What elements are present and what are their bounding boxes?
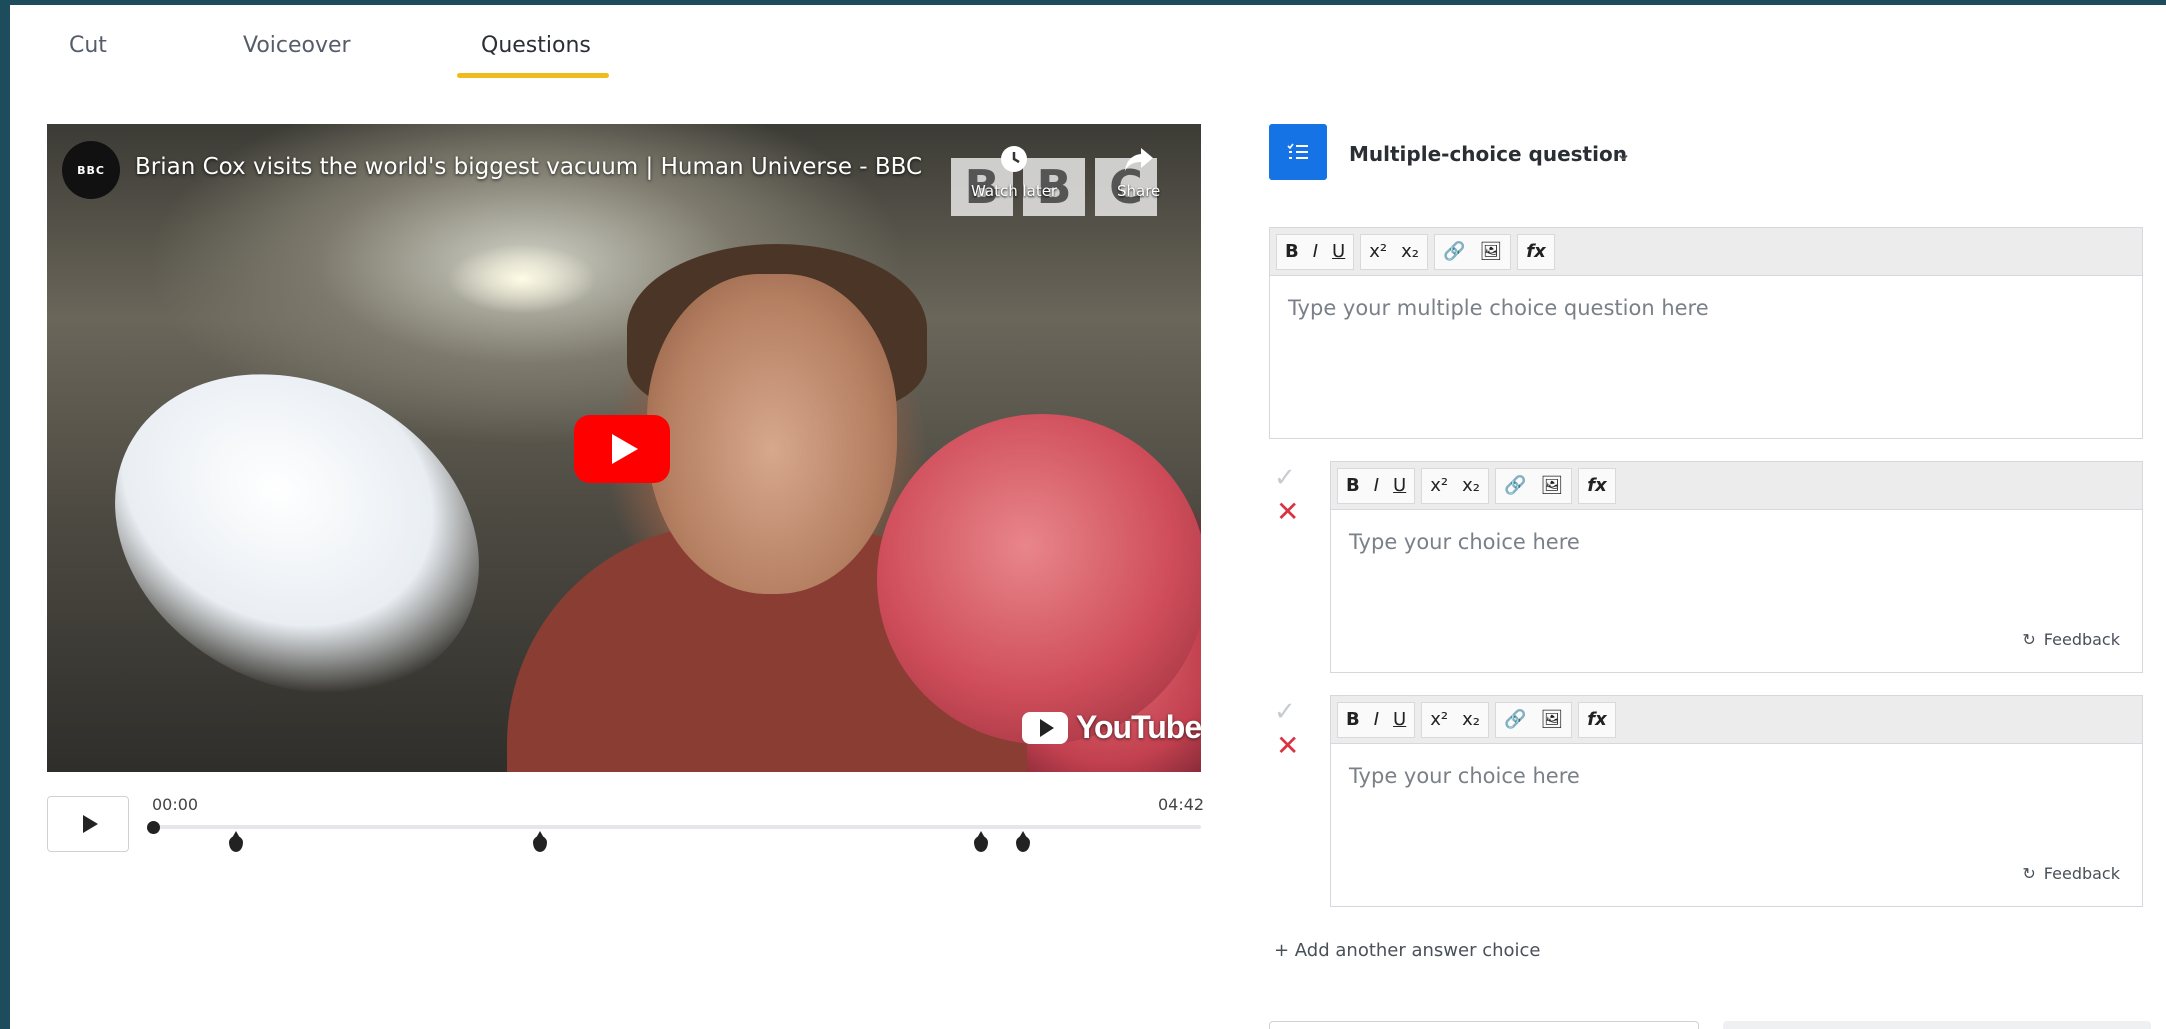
formula-button[interactable]: fx (1587, 709, 1606, 730)
image-icon[interactable]: 🖼 (1540, 709, 1563, 730)
insert-group: 🔗 🖼 (1433, 233, 1512, 270)
superscript-button[interactable]: x² (1369, 241, 1387, 262)
feedback-label: Feedback (2043, 864, 2120, 883)
question-placeholder: Type your multiple choice question here (1288, 296, 1709, 320)
timeline-track[interactable] (152, 825, 1201, 829)
link-icon[interactable]: 🔗 (1504, 709, 1526, 730)
watch-later-label: Watch later (971, 182, 1058, 200)
formula-group: fx (1578, 701, 1616, 738)
mark-correct-icon[interactable]: ✓ (1274, 697, 1296, 727)
channel-avatar[interactable]: BBC (62, 141, 120, 199)
feedback-refresh-icon: ↻ (2022, 630, 2036, 649)
text-format-group: B I U (1276, 233, 1355, 270)
feedback-label: Feedback (2043, 630, 2120, 649)
underline-button[interactable]: U (1332, 241, 1345, 262)
script-format-group: x² x₂ (1360, 233, 1428, 270)
underline-button[interactable]: U (1393, 709, 1406, 730)
bold-button[interactable]: B (1346, 709, 1360, 730)
mark-correct-icon[interactable]: ✓ (1274, 463, 1296, 493)
add-answer-choice-link[interactable]: + Add another answer choice (1274, 940, 1541, 961)
bottom-left-button[interactable] (1269, 1021, 1699, 1029)
link-icon[interactable]: 🔗 (1443, 241, 1465, 262)
share-button[interactable]: Share (1117, 144, 1160, 200)
editor-toolbar: B I U x² x₂ 🔗 🖼 fx (1270, 228, 2142, 276)
play-icon (82, 815, 98, 833)
timeline-scrubber[interactable] (147, 821, 160, 834)
text-format-group: B I U (1337, 701, 1416, 738)
choice-placeholder: Type your choice here (1349, 764, 1580, 788)
editor-toolbar: B I U x² x₂ 🔗 🖼 fx (1331, 462, 2142, 510)
formula-button[interactable]: fx (1587, 475, 1606, 496)
share-arrow-icon (1124, 148, 1153, 171)
incorrect-x-icon[interactable]: ✕ (1276, 729, 1299, 762)
question-marker[interactable] (533, 831, 548, 852)
question-editor[interactable]: B I U x² x₂ 🔗 🖼 fx Type your multiple ch… (1269, 227, 2143, 439)
tab-voiceover[interactable]: Voiceover (243, 33, 351, 58)
question-marker[interactable] (973, 831, 988, 852)
script-format-group: x² x₂ (1421, 701, 1489, 738)
choice-placeholder: Type your choice here (1349, 530, 1580, 554)
italic-button[interactable]: I (1374, 475, 1379, 496)
choice-editor[interactable]: B I U x² x₂ 🔗 🖼 fx Type your choice here… (1330, 695, 2143, 907)
italic-button[interactable]: I (1374, 709, 1379, 730)
tab-questions[interactable]: Questions (481, 33, 591, 58)
insert-group: 🔗 🖼 (1494, 467, 1573, 504)
video-frame-ball (877, 414, 1201, 744)
bottom-right-button[interactable] (1723, 1021, 2151, 1029)
underline-button[interactable]: U (1393, 475, 1406, 496)
subscript-button[interactable]: x₂ (1401, 241, 1419, 262)
youtube-logo[interactable]: YouTube (1022, 709, 1201, 746)
app-window: Cut Voiceover Questions BBC Brian Cox vi… (10, 5, 2166, 1029)
image-icon[interactable]: 🖼 (1540, 475, 1563, 496)
video-frame-feather (58, 312, 536, 756)
question-type-selector[interactable]: Multiple-choice question (1349, 142, 1627, 166)
editor-toolbar: B I U x² x₂ 🔗 🖼 fx (1331, 696, 2142, 744)
subscript-button[interactable]: x₂ (1462, 709, 1480, 730)
tab-cut[interactable]: Cut (69, 33, 107, 58)
feedback-refresh-icon: ↻ (2022, 864, 2036, 883)
superscript-button[interactable]: x² (1430, 709, 1448, 730)
script-format-group: x² x₂ (1421, 467, 1489, 504)
feedback-button[interactable]: ↻ Feedback (2022, 630, 2120, 649)
active-tab-indicator (457, 73, 609, 78)
bold-button[interactable]: B (1285, 241, 1299, 262)
formula-group: fx (1578, 467, 1616, 504)
video-player[interactable]: BBC Brian Cox visits the world's biggest… (47, 124, 1201, 772)
youtube-play-icon (1022, 711, 1068, 744)
formula-button[interactable]: fx (1526, 241, 1545, 262)
subscript-button[interactable]: x₂ (1462, 475, 1480, 496)
choice-editor[interactable]: B I U x² x₂ 🔗 🖼 fx Type your choice here… (1330, 461, 2143, 673)
multiple-choice-icon (1269, 124, 1327, 180)
share-label: Share (1117, 182, 1161, 200)
italic-button[interactable]: I (1313, 241, 1318, 262)
video-frame-face (647, 274, 897, 594)
question-marker[interactable] (1015, 831, 1030, 852)
question-marker[interactable] (228, 831, 243, 852)
incorrect-x-icon[interactable]: ✕ (1276, 495, 1299, 528)
text-format-group: B I U (1337, 467, 1416, 504)
link-icon[interactable]: 🔗 (1504, 475, 1526, 496)
chevron-down-icon[interactable]: ⌄ (1615, 141, 1632, 165)
video-frame-light (447, 244, 597, 314)
total-time: 04:42 (1158, 795, 1205, 814)
clock-icon (1001, 146, 1028, 172)
play-icon (612, 434, 638, 464)
tab-bar: Cut Voiceover Questions (10, 5, 2166, 85)
video-title[interactable]: Brian Cox visits the world's biggest vac… (135, 154, 922, 180)
bold-button[interactable]: B (1346, 475, 1360, 496)
big-play-button[interactable] (574, 415, 670, 483)
image-icon[interactable]: 🖼 (1479, 241, 1502, 262)
formula-group: fx (1517, 233, 1555, 270)
superscript-button[interactable]: x² (1430, 475, 1448, 496)
play-button[interactable] (47, 796, 129, 852)
feedback-button[interactable]: ↻ Feedback (2022, 864, 2120, 883)
insert-group: 🔗 🖼 (1494, 701, 1573, 738)
current-time: 00:00 (152, 795, 199, 814)
watch-later-button[interactable]: Watch later (971, 144, 1057, 200)
youtube-logo-text: YouTube (1076, 709, 1201, 745)
